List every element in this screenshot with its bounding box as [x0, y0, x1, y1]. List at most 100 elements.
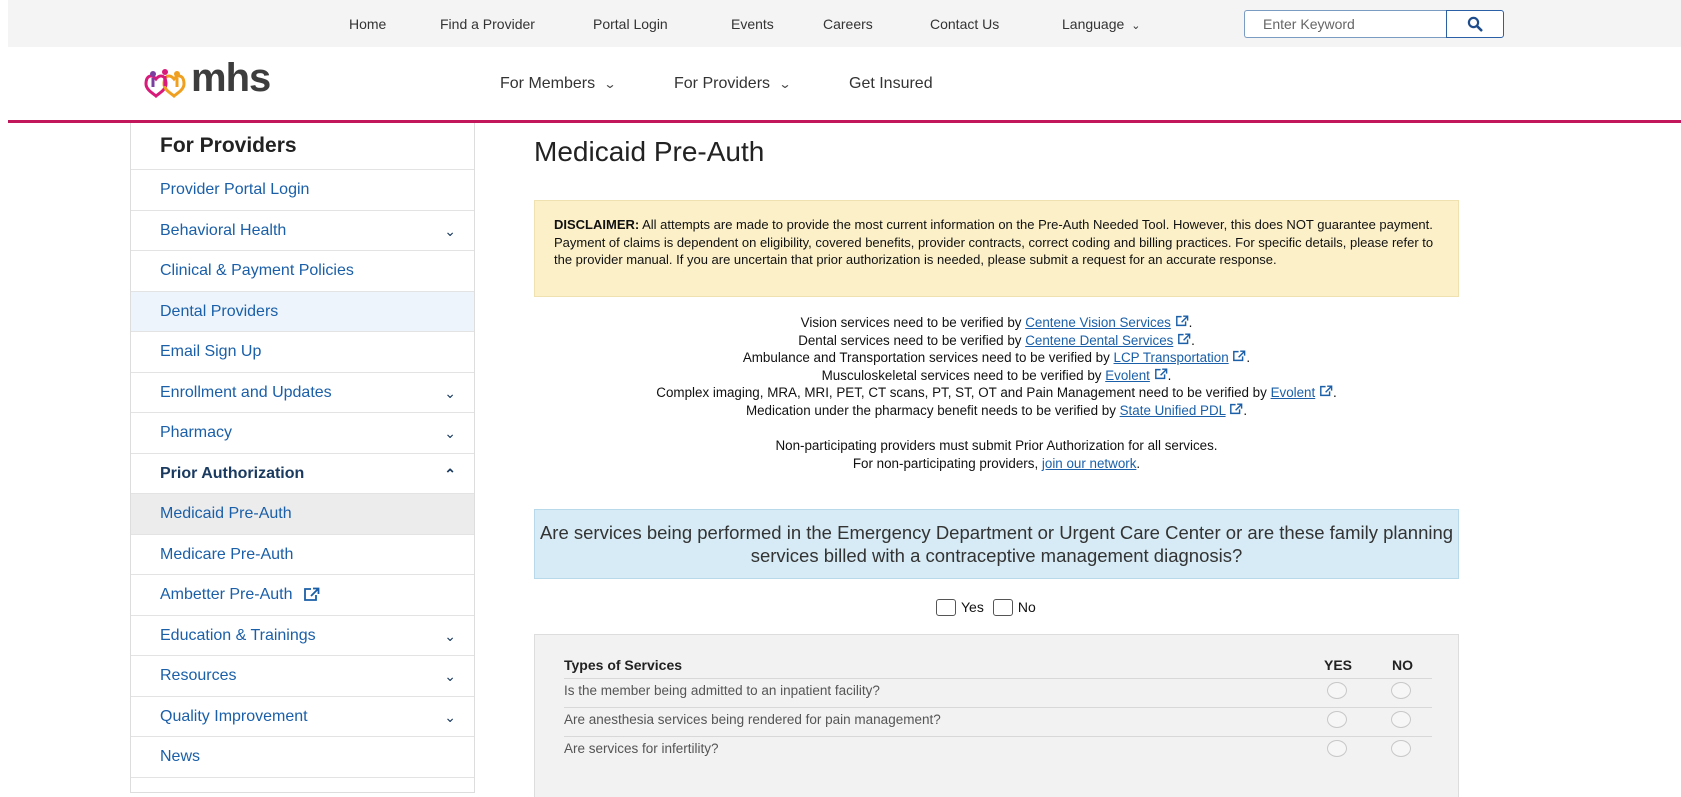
sidebar-item-label: Pharmacy — [160, 424, 233, 441]
nav-portal-login-link[interactable]: Portal Login — [593, 16, 668, 32]
nav-get-insured[interactable]: Get Insured — [849, 75, 933, 93]
evolent-imaging-link[interactable]: Evolent — [1271, 385, 1316, 400]
sidebar-item-medicaid-pre-auth[interactable]: Medicaid Pre-Auth — [131, 494, 474, 535]
services-panel: Types of Services YES NO Is the member b… — [534, 634, 1459, 797]
verify-text: Complex imaging, MRA, MRI, PET, CT scans… — [656, 385, 1271, 401]
sidebar-item-clinical-payment-policies[interactable]: Clinical & Payment Policies — [131, 251, 474, 292]
yes-checkbox[interactable] — [936, 598, 956, 616]
yes-radio[interactable] — [1327, 740, 1347, 757]
yes-radio[interactable] — [1327, 711, 1347, 728]
no-column-header: NO — [1392, 657, 1413, 673]
verify-text: Ambulance and Transportation services ne… — [742, 350, 1114, 366]
verify-line-pharmacy: Medication under the pharmacy benefit ne… — [745, 402, 1248, 418]
verify-line-musculoskeletal: Musculoskeletal services need to be veri… — [821, 367, 1172, 383]
sidebar-item-label: Enrollment and Updates — [160, 383, 332, 401]
yes-label: Yes — [961, 599, 984, 616]
evolent-link[interactable]: Evolent — [1105, 368, 1150, 383]
sidebar-item-quality-improvement[interactable]: Quality Improvement ⌄ — [131, 697, 474, 737]
sidebar-item-provider-portal-login[interactable]: Provider Portal Login — [131, 170, 474, 211]
nav-find-provider-link[interactable]: Find a Provider — [440, 16, 535, 32]
nav-contact-us-link[interactable]: Contact Us — [930, 16, 999, 32]
sidebar-item-pharmacy[interactable]: Pharmacy ⌄ — [131, 413, 474, 454]
sidebar-item-label: News — [160, 748, 201, 765]
service-question: Are services for infertility? — [564, 741, 719, 756]
search-button[interactable] — [1446, 10, 1504, 38]
sidebar-item-dental-providers[interactable]: Dental Providers — [131, 291, 474, 332]
verify-line-dental: Dental services need to be verified by C… — [798, 332, 1195, 348]
sidebar: For Providers Provider Portal Login Beha… — [130, 123, 475, 793]
sidebar-item-label: Behavioral Health — [160, 221, 287, 239]
sidebar-title: For Providers — [131, 123, 474, 170]
verify-line-imaging: Complex imaging, MRA, MRI, PET, CT scans… — [656, 385, 1337, 401]
nav-home-link[interactable]: Home — [349, 16, 386, 32]
sidebar-item-ambetter-pre-auth[interactable]: Ambetter Pre-Auth — [131, 575, 474, 616]
verify-text: Dental services need to be verified by — [798, 332, 1026, 348]
external-link-icon — [1230, 403, 1243, 415]
chevron-down-icon[interactable]: ⌄ — [444, 373, 456, 413]
sidebar-item-label: Provider Portal Login — [160, 181, 310, 198]
nav-for-providers[interactable]: For Providers ⌄ — [674, 75, 792, 93]
external-link-icon — [1178, 333, 1191, 344]
nonpar-note: Non-participating providers must submit … — [775, 438, 1218, 454]
centene-dental-link[interactable]: Centene Dental Services — [1025, 333, 1173, 348]
sidebar-item-resources[interactable]: Resources ⌄ — [131, 656, 474, 697]
logo-wordmark: mhs — [191, 56, 271, 100]
chevron-down-icon[interactable]: ⌄ — [444, 656, 456, 696]
no-label: No — [1017, 599, 1036, 616]
verify-line-transportation: Ambulance and Transportation services ne… — [742, 350, 1251, 366]
sidebar-item-prior-authorization[interactable]: Prior Authorization ⌃ — [131, 454, 474, 494]
no-checkbox[interactable] — [992, 598, 1013, 616]
lcp-transportation-link[interactable]: LCP Transportation — [1114, 350, 1229, 365]
chevron-up-icon[interactable]: ⌃ — [444, 454, 456, 494]
state-unified-pdl-link[interactable]: State Unified PDL — [1120, 403, 1226, 418]
sidebar-item-news[interactable]: News — [131, 737, 474, 778]
chevron-down-icon: ⌄ — [603, 77, 617, 91]
verify-line-vision: Vision services need to be verified by C… — [800, 315, 1193, 330]
search-icon — [1467, 16, 1483, 32]
sidebar-item-label: Clinical & Payment Policies — [160, 262, 354, 279]
external-link-icon — [304, 587, 320, 602]
emergency-question: Are services being performed in the Emer… — [534, 509, 1459, 579]
sidebar-item-label: Resources — [160, 667, 237, 684]
services-header: Types of Services YES NO — [564, 657, 1432, 673]
no-radio[interactable] — [1391, 711, 1411, 728]
sidebar-item-education-trainings[interactable]: Education & Trainings ⌄ — [131, 616, 474, 656]
mhs-logo[interactable]: mhs — [140, 56, 300, 102]
sidebar-item-email-sign-up[interactable]: Email Sign Up — [131, 332, 474, 373]
sidebar-item-label: Dental Providers — [160, 302, 279, 320]
chevron-down-icon: ⌄ — [778, 77, 792, 91]
page-title: Medicaid Pre-Auth — [534, 136, 765, 167]
sidebar-item-label: Medicaid Pre-Auth — [160, 505, 292, 522]
centene-vision-link[interactable]: Centene Vision Services — [1025, 315, 1171, 330]
sidebar-item-label: Medicare Pre-Auth — [160, 545, 294, 563]
chevron-down-icon[interactable]: ⌄ — [444, 413, 456, 453]
nav-for-providers-label: For Providers — [674, 75, 771, 92]
nav-events-link[interactable]: Events — [731, 16, 774, 32]
chevron-down-icon[interactable]: ⌄ — [444, 616, 456, 656]
chevron-down-icon[interactable]: ⌄ — [444, 697, 456, 737]
language-dropdown[interactable]: Language ⌄ — [1062, 16, 1140, 32]
table-row: Are anesthesia services being rendered f… — [564, 707, 1432, 737]
search-form — [1244, 10, 1504, 38]
nav-get-insured-label: Get Insured — [849, 75, 933, 92]
sidebar-item-label: Email Sign Up — [160, 343, 262, 360]
sidebar-item-behavioral-health[interactable]: Behavioral Health ⌄ — [131, 211, 474, 251]
search-input[interactable] — [1244, 10, 1467, 38]
sidebar-item-medicare-pre-auth[interactable]: Medicare Pre-Auth — [131, 535, 474, 575]
nav-for-members[interactable]: For Members ⌄ — [500, 75, 617, 93]
table-row: Are services for infertility? — [564, 736, 1432, 766]
verify-text: Vision services need to be verified by — [800, 315, 1026, 330]
no-radio[interactable] — [1391, 740, 1411, 757]
external-link-icon — [1175, 315, 1188, 327]
language-label: Language — [1062, 16, 1125, 32]
nav-for-members-label: For Members — [500, 75, 596, 92]
yes-column-header: YES — [1324, 657, 1353, 673]
verify-text: Medication under the pharmacy benefit ne… — [745, 402, 1120, 418]
sidebar-item-enrollment-updates[interactable]: Enrollment and Updates ⌄ — [131, 373, 474, 413]
chevron-down-icon[interactable]: ⌄ — [444, 211, 456, 251]
no-radio[interactable] — [1391, 682, 1411, 699]
join-network-link[interactable]: join our network — [1042, 456, 1137, 471]
yes-radio[interactable] — [1327, 682, 1347, 699]
disclaimer-label: DISCLAIMER: — [554, 217, 640, 232]
nav-careers-link[interactable]: Careers — [823, 16, 873, 32]
